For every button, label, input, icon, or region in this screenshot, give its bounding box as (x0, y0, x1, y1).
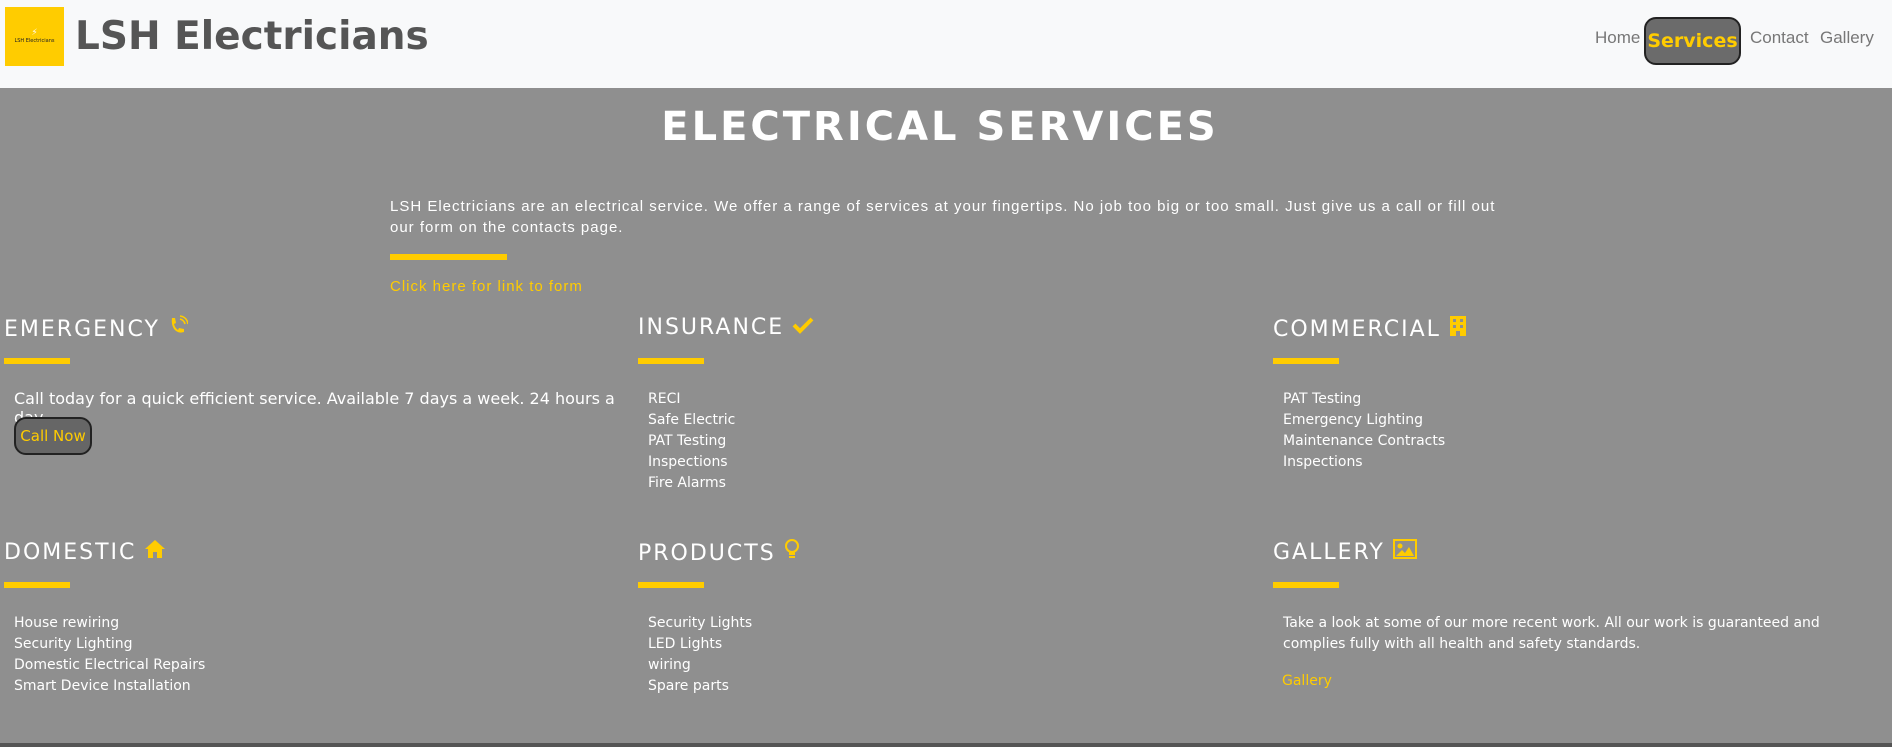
contact-form-link[interactable]: Click here for link to form (390, 278, 583, 295)
divider (390, 254, 507, 260)
list-item: Domestic Electrical Repairs (14, 657, 206, 673)
list-item: wiring (648, 657, 691, 673)
emergency-heading: EMERGENCY (4, 315, 189, 343)
nav-home[interactable]: Home (1595, 28, 1640, 48)
phone-ringing-icon (168, 315, 189, 343)
gallery-text: Take a look at some of our more recent w… (1283, 615, 1820, 652)
domestic-list: House rewiring Security Lighting Domesti… (14, 613, 205, 697)
logo-text: LSH Electricians (14, 38, 55, 44)
products-heading: PRODUCTS (638, 539, 800, 567)
gallery-title: GALLERY (1273, 539, 1385, 565)
products-title: PRODUCTS (638, 540, 776, 566)
list-item: Fire Alarms (648, 475, 726, 491)
gallery-underline (1273, 582, 1339, 588)
list-item: Maintenance Contracts (1283, 433, 1446, 449)
domestic-heading: DOMESTIC (4, 539, 166, 565)
list-item: Inspections (648, 454, 728, 470)
emergency-title: EMERGENCY (4, 316, 160, 342)
nav-gallery[interactable]: Gallery (1820, 28, 1874, 48)
insurance-heading: INSURANCE (638, 315, 814, 340)
building-icon (1449, 315, 1467, 343)
home-icon (144, 539, 166, 565)
checkmark-icon (792, 315, 814, 340)
insurance-underline (638, 358, 704, 364)
list-item: LED Lights (648, 636, 723, 652)
list-item: RECI (648, 391, 681, 407)
nav-contact[interactable]: Contact (1750, 28, 1809, 48)
call-now-button[interactable]: Call Now (14, 417, 92, 455)
commercial-list: PAT Testing Emergency Lighting Maintenan… (1283, 389, 1445, 473)
list-item: Inspections (1283, 454, 1363, 470)
emergency-underline (4, 358, 70, 364)
lightning-bolt-icon: ⚡ (31, 28, 38, 38)
products-list: Security Lights LED Lights wiring Spare … (648, 613, 752, 697)
navbar: ⚡ LSH Electricians LSH Electricians Home… (0, 0, 1892, 88)
intro-text: LSH Electricians are an electrical servi… (390, 198, 1496, 236)
commercial-heading: COMMERCIAL (1273, 315, 1467, 343)
list-item: Security Lighting (14, 636, 133, 652)
list-item: PAT Testing (1283, 391, 1362, 407)
insurance-title: INSURANCE (638, 315, 785, 340)
list-item: Emergency Lighting (1283, 412, 1423, 428)
list-item: PAT Testing (648, 433, 727, 449)
domestic-underline (4, 582, 70, 588)
insurance-list: RECI Safe Electric PAT Testing Inspectio… (648, 389, 735, 494)
list-item: Security Lights (648, 615, 753, 631)
commercial-underline (1273, 358, 1339, 364)
list-item: Spare parts (648, 678, 729, 694)
nav-services[interactable]: Services (1644, 17, 1741, 65)
commercial-title: COMMERCIAL (1273, 316, 1441, 342)
page-title: ELECTRICAL SERVICES (661, 104, 1219, 150)
emergency-text: Call today for a quick efficient service… (14, 389, 615, 427)
list-item: House rewiring (14, 615, 120, 631)
domestic-title: DOMESTIC (4, 539, 137, 565)
image-icon (1392, 539, 1417, 565)
gallery-heading: GALLERY (1273, 539, 1417, 565)
logo[interactable]: ⚡ LSH Electricians (5, 7, 64, 66)
list-item: Smart Device Installation (14, 678, 191, 694)
lightbulb-icon (784, 539, 800, 567)
list-item: Safe Electric (648, 412, 736, 428)
products-underline (638, 582, 704, 588)
brand-name[interactable]: LSH Electricians (75, 14, 429, 59)
gallery-link[interactable]: Gallery (1282, 673, 1332, 689)
footer-edge (0, 743, 1892, 747)
